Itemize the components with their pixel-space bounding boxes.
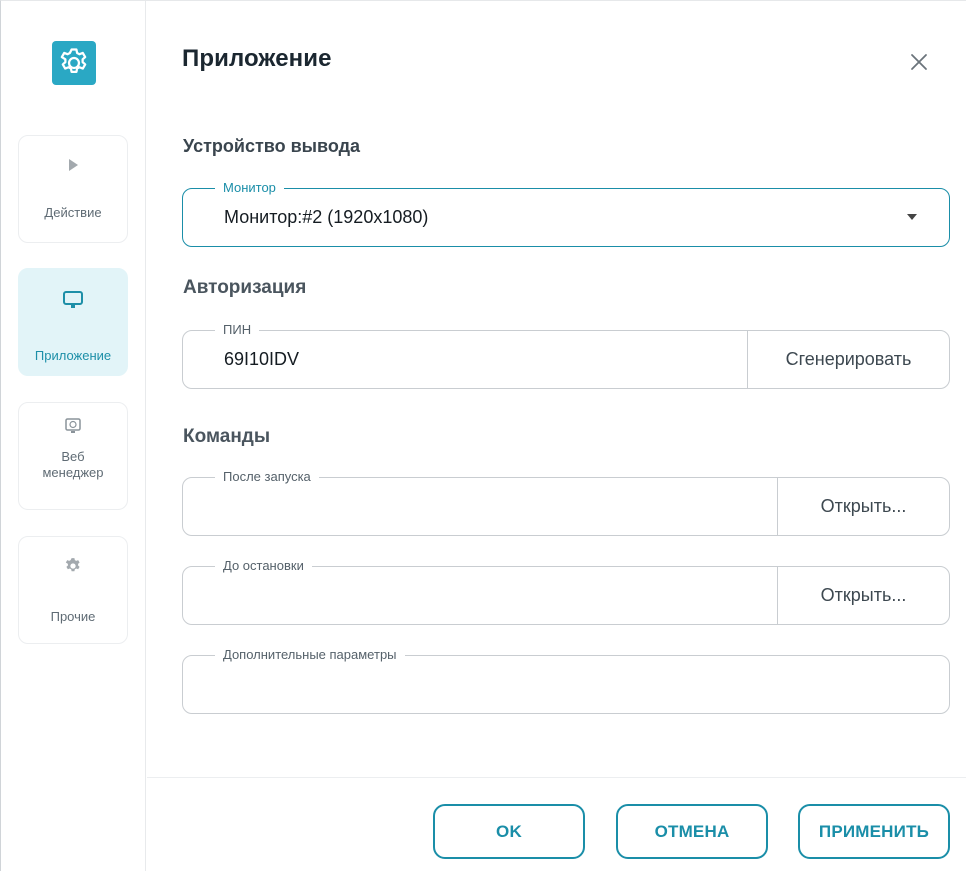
extra-params-field[interactable]: Дополнительные параметры	[182, 647, 950, 714]
open-before-stop-button[interactable]: Открыть...	[777, 567, 949, 624]
after-start-field[interactable]: После запуска Открыть...	[182, 469, 950, 536]
sidebar-item-action[interactable]: Действие	[18, 135, 128, 243]
sidebar-item-label: Прочие	[50, 609, 96, 624]
app-logo	[52, 41, 96, 85]
pin-label: ПИН	[215, 322, 260, 338]
before-stop-label: До остановки	[215, 558, 312, 574]
authorization-heading: Авторизация	[183, 277, 307, 298]
monitor-label: Монитор	[215, 180, 284, 196]
extra-params-label: Дополнительные параметры	[215, 647, 405, 663]
monitor-icon	[63, 291, 83, 308]
sidebar-item-label: Приложение	[34, 348, 112, 363]
pin-field[interactable]: ПИН 69I10IDV Сгенерировать	[182, 322, 950, 389]
before-stop-field[interactable]: До остановки Открыть...	[182, 558, 950, 625]
sidebar-item-other[interactable]: Прочие	[18, 536, 128, 644]
sidebar-item-label: Веб менеджер	[42, 449, 104, 480]
chevron-down-icon	[907, 214, 917, 220]
page-title: Приложение	[182, 45, 332, 72]
play-icon	[69, 159, 78, 171]
gear-icon	[65, 558, 80, 572]
close-icon	[911, 54, 927, 70]
close-button[interactable]	[903, 46, 935, 78]
sidebar-item-application[interactable]: Приложение	[18, 268, 128, 376]
after-start-label: После запуска	[215, 469, 319, 485]
monitor-select[interactable]: Монитор Монитор:#2 (1920x1080)	[182, 180, 950, 247]
settings-window: Действие Приложение Веб менеджер Прочие	[0, 0, 966, 871]
sidebar: Действие Приложение Веб менеджер Прочие	[2, 1, 146, 871]
sidebar-item-label: Действие	[44, 205, 102, 220]
pin-value: 69I10IDV	[224, 349, 300, 369]
output-device-heading: Устройство вывода	[183, 136, 361, 156]
main-panel: Приложение Устройство вывода Монитор Мон…	[147, 1, 966, 871]
footer-divider	[147, 777, 966, 778]
gear-icon	[60, 48, 87, 74]
commands-heading: Команды	[183, 426, 271, 447]
open-after-start-button[interactable]: Открыть...	[777, 478, 949, 535]
sidebar-item-web-manager[interactable]: Веб менеджер	[18, 402, 128, 510]
cancel-button[interactable]: ОТМЕНА	[616, 804, 768, 859]
web-manager-icon	[65, 418, 81, 433]
monitor-value: Монитор:#2 (1920x1080)	[224, 207, 429, 227]
apply-button[interactable]: ПРИМЕНИТЬ	[798, 804, 950, 859]
generate-button[interactable]: Сгенерировать	[747, 331, 949, 388]
ok-button[interactable]: OK	[433, 804, 585, 859]
